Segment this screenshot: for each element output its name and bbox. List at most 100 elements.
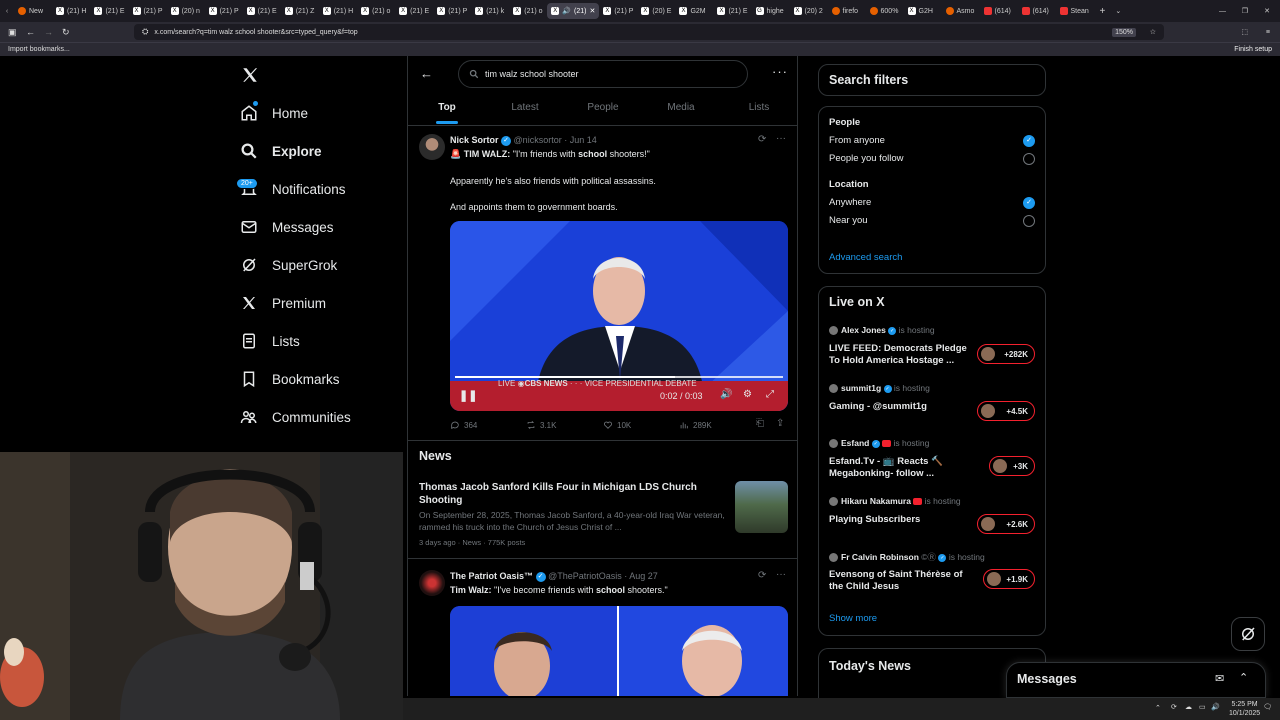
post-more-icon[interactable]: ··· [776, 569, 786, 580]
site-info-icon[interactable]: ⛭ [142, 27, 148, 37]
finish-setup-link[interactable]: Finish setup [1234, 46, 1272, 53]
nav-lists[interactable]: Lists [240, 332, 300, 350]
tab-audio-icon[interactable]: 🔊 [562, 7, 571, 15]
video-player[interactable]: LIVE ◉CBS NEWS · · · VICE PRESIDENTIAL D… [450, 221, 788, 411]
browser-tab[interactable]: X (21) o [509, 3, 547, 19]
reply-button[interactable]: 364 [450, 420, 477, 430]
live-listener-count[interactable]: +4.5K [977, 401, 1035, 421]
news-title[interactable]: Thomas Jacob Sanford Kills Four in Michi… [419, 481, 729, 507]
browser-tab[interactable]: X (21) k [471, 3, 509, 19]
browser-tab[interactable]: Asmo [942, 3, 980, 19]
restore-icon[interactable]: ❐ [1242, 7, 1248, 15]
fullscreen-icon[interactable]: ⤢ [766, 389, 774, 400]
views-button[interactable]: 289K [679, 420, 712, 430]
browser-tab[interactable]: X (21) Z [281, 3, 319, 19]
grok-explain-icon[interactable]: ⟳ [758, 570, 766, 581]
new-message-icon[interactable]: ✉ [1215, 672, 1224, 685]
new-tab-icon[interactable]: + [1100, 6, 1106, 17]
browser-tab[interactable]: X (21) E [395, 3, 433, 19]
author-name[interactable]: Nick Sortor [450, 135, 499, 145]
tab-close-icon[interactable]: ✕ [589, 7, 595, 15]
nav-supergrok[interactable]: SuperGrok [240, 256, 337, 274]
browser-tab[interactable]: X (20) 2 [790, 3, 828, 19]
tab-top[interactable]: Top [408, 96, 486, 125]
volume-icon[interactable]: 🔊 [1211, 703, 1220, 711]
tab-latest[interactable]: Latest [486, 96, 564, 125]
browser-tab[interactable]: firefo [828, 3, 866, 19]
browser-tab[interactable]: X (20) n [167, 3, 205, 19]
extensions-icon[interactable]: ⬚ [1241, 28, 1248, 36]
people-you-follow-label[interactable]: People you follow [829, 153, 903, 164]
browser-tab[interactable]: X (21) P [433, 3, 471, 19]
back-arrow-icon[interactable]: ← [420, 66, 433, 81]
post-date[interactable]: · Jun 14 [564, 135, 597, 145]
tab-people[interactable]: People [564, 96, 642, 125]
reload-icon[interactable]: ↻ [62, 27, 70, 38]
bookmark-icon[interactable]: ⎗ [756, 418, 764, 429]
anywhere-radio[interactable]: ✓ [1023, 197, 1035, 209]
like-button[interactable]: 10K [603, 420, 631, 430]
x-logo[interactable] [241, 66, 259, 84]
near-you-label[interactable]: Near you [829, 215, 868, 226]
post-media[interactable] [450, 606, 788, 696]
forward-icon[interactable]: → [44, 27, 53, 37]
tab-media[interactable]: Media [642, 96, 720, 125]
expand-drawer-icon[interactable]: ⌃ [1239, 671, 1248, 684]
from-anyone-radio[interactable]: ✓ [1023, 135, 1035, 147]
search-query[interactable]: tim walz school shooter [485, 69, 579, 79]
zoom-level[interactable]: 150% [1112, 27, 1136, 37]
browser-tab[interactable]: X (21) o [357, 3, 395, 19]
share-icon[interactable]: ⇪ [776, 418, 784, 429]
post-more-icon[interactable]: ··· [776, 133, 786, 144]
browser-tab[interactable]: X (21) P [129, 3, 167, 19]
live-listener-count[interactable]: +3K [989, 456, 1035, 476]
browser-tab[interactable]: X G2M [675, 3, 713, 19]
from-anyone-label[interactable]: From anyone [829, 135, 885, 146]
browser-tab[interactable]: X (21) P [205, 3, 243, 19]
repost-button[interactable]: 3.1K [526, 420, 556, 430]
author-handle[interactable]: @ThePatriotOasis [548, 571, 622, 581]
volume-icon[interactable]: 🔊 [720, 389, 732, 400]
browser-tab[interactable]: Ghighe [752, 3, 790, 19]
browser-tab[interactable]: Stean [1056, 3, 1094, 19]
show-more-link[interactable]: Show more [829, 613, 877, 624]
post-date[interactable]: · Aug 27 [624, 571, 658, 581]
clock[interactable]: 5:25 PM 10/1/2025 [1229, 700, 1260, 718]
tab-scroll-left-icon[interactable]: ‹ [0, 8, 14, 15]
browser-tab[interactable]: X (21) E [243, 3, 281, 19]
browser-tab[interactable]: X (21) E [90, 3, 128, 19]
browser-tab[interactable]: X (21) P [599, 3, 637, 19]
browser-tab[interactable]: X (20) E [637, 3, 675, 19]
messages-drawer[interactable]: Messages ✉ ⌃ [1006, 662, 1266, 698]
minimize-icon[interactable]: — [1219, 8, 1226, 15]
browser-tab[interactable]: (614) [1018, 3, 1056, 19]
notification-center-icon[interactable]: 🗨 [1263, 703, 1272, 711]
browser-tab[interactable]: X G2H [904, 3, 942, 19]
url-bar[interactable]: ⛭ x.com/search?q=tim walz school shooter… [134, 24, 1164, 40]
nav-explore[interactable]: Explore [240, 142, 322, 160]
author-name[interactable]: The Patriot Oasis™ [450, 571, 533, 581]
back-icon[interactable]: ← [26, 27, 35, 37]
people-you-follow-radio[interactable] [1023, 153, 1035, 165]
author-handle[interactable]: @nicksortor [514, 135, 562, 145]
nav-communities[interactable]: Communities [240, 408, 351, 426]
avatar[interactable] [419, 570, 445, 596]
nav-bookmarks[interactable]: Bookmarks [240, 370, 340, 388]
browser-tab[interactable]: X (21) H [319, 3, 357, 19]
live-listener-count[interactable]: +1.9K [983, 569, 1035, 589]
import-bookmarks-link[interactable]: Import bookmarks... [8, 46, 70, 53]
avatar[interactable] [419, 134, 445, 160]
grok-floating-button[interactable] [1231, 617, 1265, 651]
browser-tab[interactable]: X (21) H [52, 3, 90, 19]
tray-overflow-icon[interactable]: ⌃ [1155, 704, 1161, 712]
network-icon[interactable]: ▭ [1199, 703, 1206, 711]
cloud-icon[interactable]: ☁ [1185, 703, 1192, 711]
menu-icon[interactable]: ≡ [1266, 29, 1270, 36]
nav-messages[interactable]: Messages [240, 218, 334, 236]
near-you-radio[interactable] [1023, 215, 1035, 227]
nav-home[interactable]: Home [240, 104, 308, 122]
grok-explain-icon[interactable]: ⟳ [758, 134, 766, 145]
browser-tab[interactable]: 600% [866, 3, 904, 19]
sidebar-toggle-icon[interactable]: ▣ [8, 27, 17, 38]
video-settings-icon[interactable]: ⚙ [743, 389, 752, 400]
